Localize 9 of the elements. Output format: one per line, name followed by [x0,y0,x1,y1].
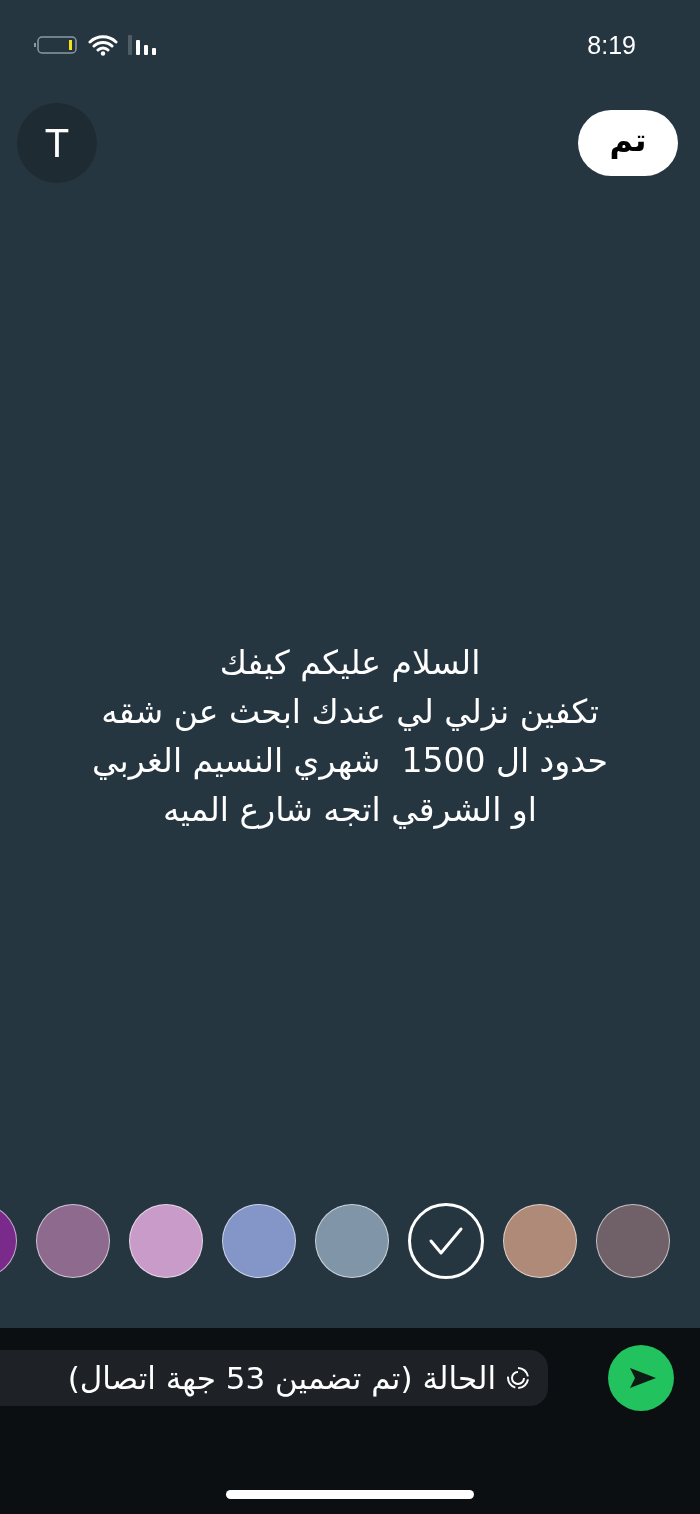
wifi-icon [88,34,118,56]
status-ring-icon [506,1366,530,1390]
text-style-button[interactable]: T [17,103,97,183]
audience-chip[interactable]: الحالة (تم تضمين 53 جهة اتصال) [0,1350,548,1406]
status-message-text: السلام عليكم كيفك تكفين نزلي لي عندك ابحث عن شقه حدود ال 1500 شهري النسيم الغربي او الشرقي اتجه شارع الميه [92,642,608,831]
battery-icon [32,35,78,55]
send-icon [628,1366,658,1390]
status-time: 8:19 [587,30,636,60]
done-button[interactable]: تم [578,110,678,176]
